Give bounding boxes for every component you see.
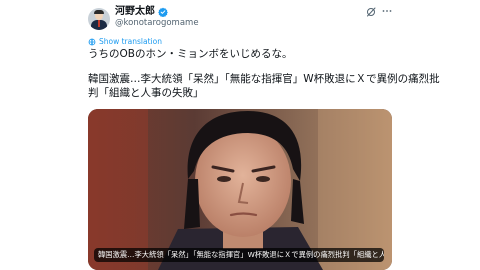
avatar-tie bbox=[98, 20, 100, 27]
globe-icon bbox=[88, 38, 96, 46]
show-translation-link[interactable]: Show translation bbox=[88, 37, 162, 47]
display-name[interactable]: 河野太郎 bbox=[115, 6, 155, 18]
post-text-line-2: 韓国激震…李大統領「呆然」「無能な指揮官」W杯敗退にＸで異例の痛烈批 bbox=[88, 73, 440, 85]
show-translation-label: Show translation bbox=[99, 37, 162, 46]
post-text-line-1: うちのOBのホン・ミョンボをいじめるな。 bbox=[88, 48, 293, 60]
media-caption: 韓国激震…李大統領「呆然」「無能な指揮官」W杯敗退にＸで異例の痛烈批判「組織と人… bbox=[94, 248, 384, 262]
avatar-hair bbox=[94, 10, 104, 14]
news-photo bbox=[88, 109, 392, 270]
grok-icon[interactable] bbox=[365, 6, 377, 18]
author-name-row: 河野太郎 bbox=[115, 6, 168, 18]
user-handle[interactable]: @konotarogomame bbox=[115, 18, 199, 29]
more-icon[interactable] bbox=[381, 5, 393, 17]
post: 河野太郎 @konotarogomame Show translation うち… bbox=[88, 0, 440, 270]
verified-badge-icon bbox=[158, 7, 168, 17]
avatar[interactable] bbox=[88, 8, 110, 30]
media-card[interactable]: 韓国激震…李大統領「呆然」「無能な指揮官」W杯敗退にＸで異例の痛烈批判「組織と人… bbox=[88, 109, 392, 270]
post-text-line-3: 判「組織と人事の失敗」 bbox=[88, 87, 204, 99]
